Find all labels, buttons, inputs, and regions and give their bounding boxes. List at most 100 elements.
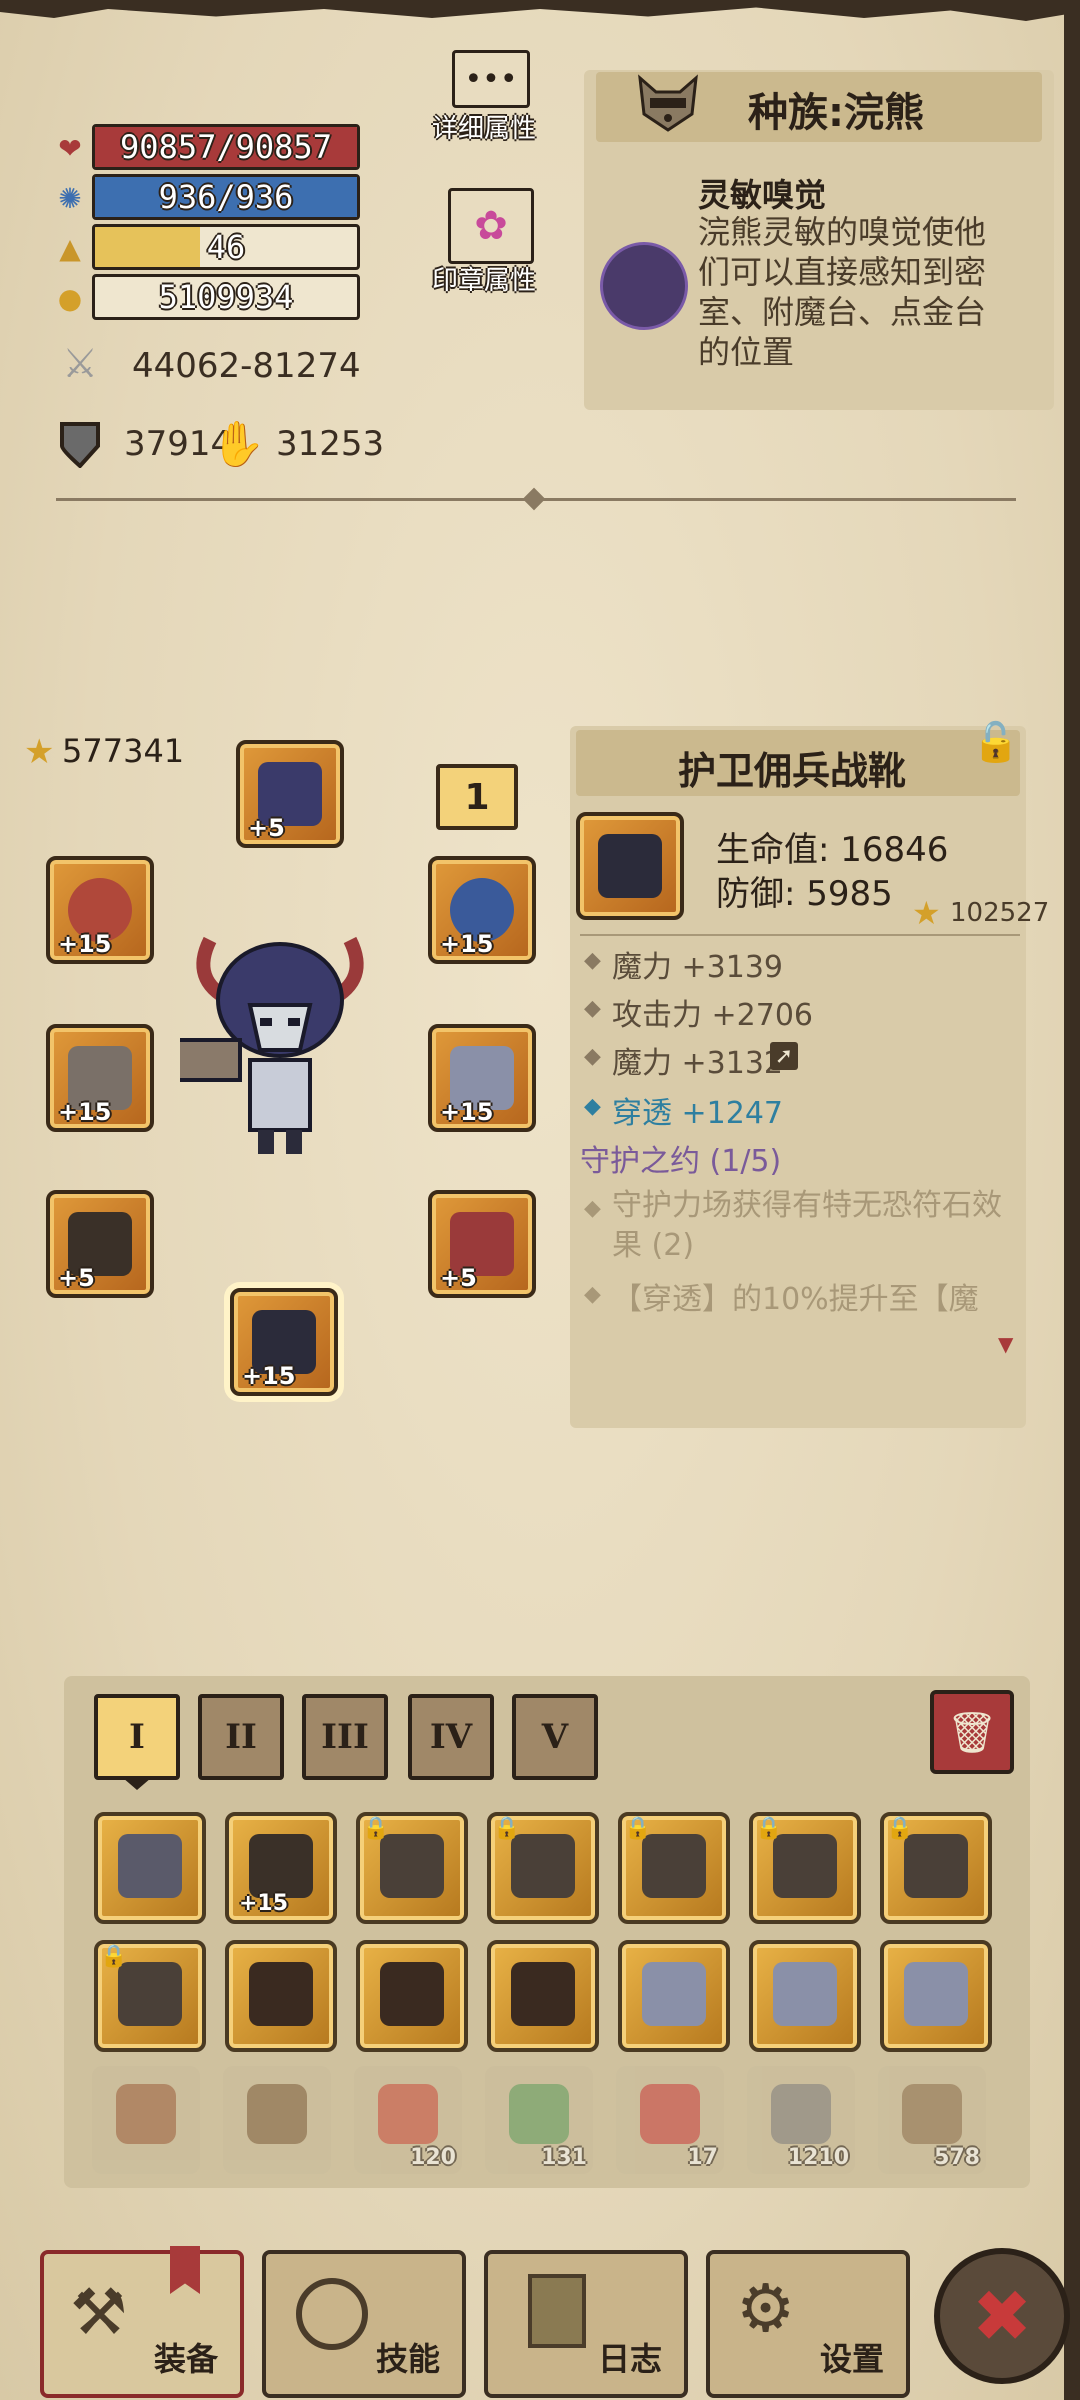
amulet-slot[interactable]: +15 <box>46 856 154 964</box>
unlock-icon[interactable]: 🔓 <box>972 720 1022 770</box>
ring-slot[interactable]: +15 <box>428 856 536 964</box>
detail-attrs-button[interactable]: ••• <box>452 50 530 108</box>
item-count: 578 <box>934 2145 980 2170</box>
level-icon: ▲ <box>59 231 81 265</box>
star-icon: ★ <box>24 732 55 772</box>
game-screen: ❤ 90857/90857 ✺ 936/936 ▲ 46 ● 5109934 ⚔… <box>0 0 1080 2400</box>
belt-slot[interactable]: +5 <box>428 1190 536 1298</box>
boots-slot[interactable]: +15 <box>230 1288 338 1396</box>
inventory-slot[interactable]: 🔒 <box>880 1812 992 1924</box>
trait-desc: 浣熊灵敏的嗅觉使他们可以直接感知到密室、附魔台、点金台的位置 <box>698 213 987 371</box>
item-hp: 生命值: 16846 <box>716 830 949 870</box>
weapon-slot[interactable]: +15 <box>46 1024 154 1132</box>
consumable-slot[interactable] <box>92 2066 200 2174</box>
mp-bar: 936/936 <box>92 174 360 220</box>
inventory-slot[interactable]: 🔒 <box>487 1812 599 1924</box>
wings-icon <box>773 1962 837 2026</box>
helmet-slot[interactable]: +5 <box>236 740 344 848</box>
item-count: 131 <box>541 2145 587 2170</box>
slot-counter[interactable]: 1 <box>436 764 518 830</box>
apple-icon <box>640 2084 700 2144</box>
close-button[interactable]: ✖ <box>934 2248 1070 2384</box>
consumable-slot[interactable]: 578 <box>878 2066 986 2174</box>
nav-log[interactable]: 日志 <box>484 2250 688 2398</box>
nav-skills[interactable]: 技能 <box>262 2250 466 2398</box>
seal-attrs-button[interactable]: ✿ <box>448 188 534 264</box>
set-effect-2: 【穿透】的10%提升至【魔 <box>612 1282 979 1317</box>
green-book-icon <box>247 2084 307 2144</box>
helmet-icon <box>904 1834 968 1898</box>
boots-icon <box>598 834 662 898</box>
penetration-attr: 穿透 +1247 <box>612 1096 784 1131</box>
lock-icon: 🔒 <box>100 1944 128 1969</box>
helmet-icon <box>380 1834 444 1898</box>
level-text: 46 <box>206 228 246 266</box>
shoulder-slot[interactable]: +15 <box>428 1024 536 1132</box>
slot-level: +15 <box>58 1098 112 1126</box>
race-title: 种族:浣熊 <box>748 90 924 136</box>
spiked-club-icon <box>249 1834 313 1898</box>
item-preview <box>576 812 684 920</box>
detail-attrs-label[interactable]: 详细属性 <box>432 108 536 145</box>
helmet-icon <box>511 1834 575 1898</box>
item-score: 102527 <box>950 898 1050 928</box>
inventory-slot[interactable] <box>356 1940 468 2052</box>
active-tab-indicator <box>123 1778 151 1790</box>
slot-level: +15 <box>242 1362 296 1390</box>
item-def: 防御: 5985 <box>716 874 893 914</box>
consumable-slot[interactable]: 1210 <box>747 2066 855 2174</box>
inventory-slot[interactable]: 🔒 <box>618 1812 730 1924</box>
tab-1[interactable]: I <box>94 1694 180 1780</box>
lock-icon: 🔒 <box>493 1816 521 1841</box>
inventory-slot[interactable] <box>749 1940 861 2052</box>
lock-icon: 🔒 <box>886 1816 914 1841</box>
tab-5[interactable]: V <box>512 1694 598 1780</box>
consumable-slot[interactable]: 120 <box>354 2066 462 2174</box>
inventory-slot[interactable]: +15 <box>225 1812 337 1924</box>
inventory-slot[interactable] <box>618 1940 730 2052</box>
inventory-slot[interactable] <box>94 1812 206 1924</box>
level-bar: 46 <box>92 224 360 270</box>
consumable-slot[interactable] <box>223 2066 331 2174</box>
mana-icon: ✺ <box>58 181 82 215</box>
close-icon: ✖ <box>971 2274 1033 2358</box>
lock-icon: 🔒 <box>362 1816 390 1841</box>
inventory-slot[interactable] <box>880 1940 992 2052</box>
nav-equip-label: 装备 <box>153 2340 218 2378</box>
consumable-slot[interactable]: 17 <box>616 2066 724 2174</box>
tab-3[interactable]: III <box>302 1694 388 1780</box>
armor-icon <box>511 1962 575 2026</box>
inventory-slot[interactable]: 🔒 <box>749 1812 861 1924</box>
scrap-icon <box>902 2084 962 2144</box>
lock-icon: 🔒 <box>755 1816 783 1841</box>
gold-text: 5109934 <box>158 278 294 316</box>
hp-bar: 90857/90857 <box>92 124 360 170</box>
hp-text: 90857/90857 <box>120 128 332 166</box>
red-potion-icon <box>378 2084 438 2144</box>
nav-equip[interactable]: ⚒ 装备 <box>40 2250 244 2398</box>
red-book-icon <box>116 2084 176 2144</box>
inventory-slot[interactable] <box>225 1940 337 2052</box>
wings-icon <box>642 1962 706 2026</box>
nav-log-label: 日志 <box>597 2340 662 2378</box>
slot-level: +15 <box>58 930 112 958</box>
tab-2[interactable]: II <box>198 1694 284 1780</box>
scroll-down-icon[interactable]: ▼ <box>998 1332 1013 1356</box>
gloves-slot[interactable]: +5 <box>46 1190 154 1298</box>
enchant-icon[interactable]: ➚ <box>770 1042 798 1070</box>
trash-icon[interactable]: 🗑 <box>930 1690 1014 1774</box>
inventory-slot[interactable]: 🔒 <box>94 1940 206 2052</box>
consumable-slot[interactable]: 131 <box>485 2066 593 2174</box>
slot-level: +5 <box>440 1264 477 1292</box>
inventory-slot[interactable] <box>487 1940 599 2052</box>
nav-settings[interactable]: ⚙ 设置 <box>706 2250 910 2398</box>
divider-ornament <box>522 487 546 511</box>
total-score: 577341 <box>62 732 185 770</box>
seal-attrs-label[interactable]: 印章属性 <box>432 260 536 297</box>
armor-icon <box>380 1962 444 2026</box>
torn-paper-edge <box>0 0 1080 21</box>
slot-level: +5 <box>248 814 285 842</box>
helmet-icon <box>118 1962 182 2026</box>
inventory-slot[interactable]: 🔒 <box>356 1812 468 1924</box>
tab-4[interactable]: IV <box>408 1694 494 1780</box>
